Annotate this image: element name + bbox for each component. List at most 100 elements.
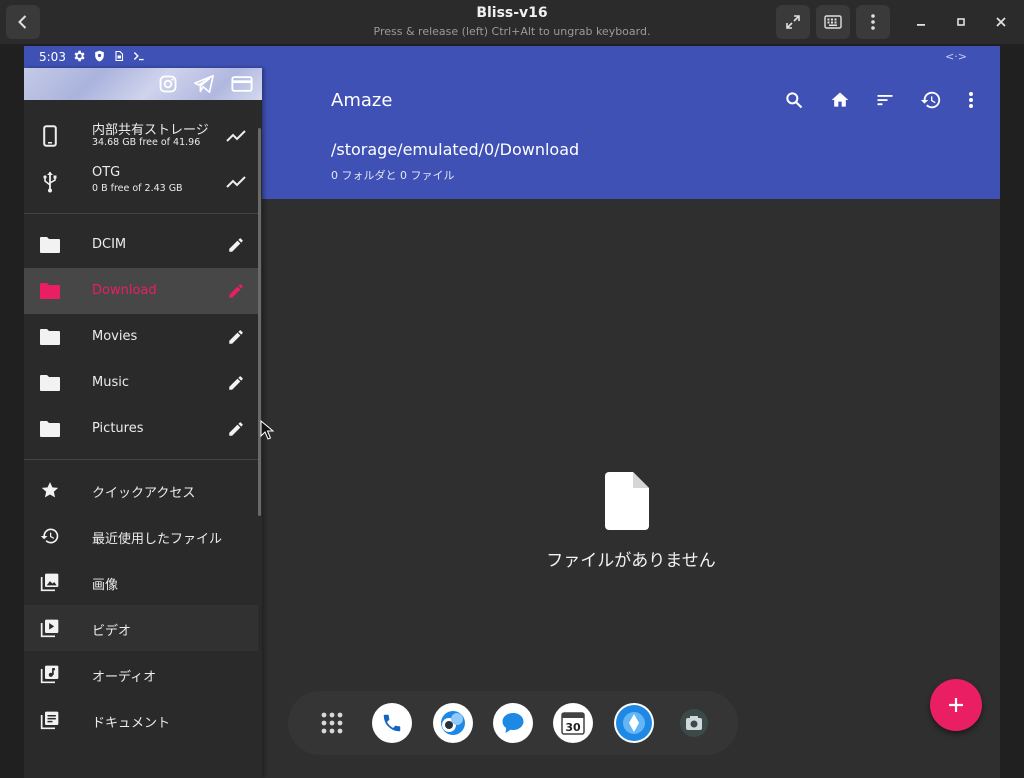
category-label: オーディオ	[92, 670, 157, 685]
pencil-icon	[229, 422, 243, 436]
storage-free-space: 34.68 GB free of 41.96	[92, 137, 201, 148]
home-icon	[831, 92, 849, 107]
drawer-item-movies[interactable]: Movies	[24, 314, 258, 360]
trending-icon	[226, 176, 246, 188]
folder-label: Pictures	[92, 421, 144, 436]
drawer-item-quick-access[interactable]: クイックアクセス	[24, 467, 258, 513]
phone-icon	[38, 124, 62, 148]
status-arrows-icon: <·>	[945, 50, 967, 63]
browser-app-button[interactable]	[432, 703, 473, 743]
category-label: 最近使用したファイル	[92, 532, 223, 547]
video-library-icon	[38, 616, 62, 640]
file-icon	[605, 472, 649, 530]
folder-icon	[38, 371, 62, 395]
telegram-icon	[194, 75, 214, 93]
sort-button[interactable]	[873, 88, 897, 112]
drawer-divider	[24, 213, 258, 214]
drawer-item-pictures[interactable]: Pictures	[24, 406, 258, 452]
edit-folder-button[interactable]	[224, 279, 248, 303]
status-bar: 5:03 <·>	[24, 46, 1000, 68]
storage-label: 内部共有ストレージ	[92, 123, 209, 138]
category-label: ドキュメント	[92, 716, 171, 731]
phone-app-icon	[384, 714, 401, 732]
maximize-button[interactable]	[944, 5, 978, 39]
overflow-menu-button[interactable]	[959, 88, 983, 112]
instagram-button[interactable]	[156, 72, 180, 96]
drawer-item-dcim[interactable]: DCIM	[24, 222, 258, 268]
folder-icon	[38, 417, 62, 441]
messages-app-icon	[502, 713, 524, 733]
edit-folder-button[interactable]	[224, 417, 248, 441]
window-titlebar: Bliss-v16 Press & release (left) Ctrl+Al…	[0, 0, 1024, 44]
close-button[interactable]	[984, 5, 1018, 39]
image-icon	[38, 570, 62, 594]
mouse-pointer-icon	[260, 420, 274, 440]
window-menu-button[interactable]	[856, 5, 890, 39]
trending-icon	[226, 130, 246, 142]
category-label: ビデオ	[92, 624, 132, 639]
fullscreen-icon	[786, 15, 800, 29]
history-icon	[38, 524, 62, 548]
shield-icon	[95, 50, 104, 62]
storage-free-space: 0 B free of 2.43 GB	[92, 183, 183, 194]
calendar-app-button[interactable]: 30	[553, 703, 594, 743]
terminal-icon	[133, 52, 144, 61]
phone-app-button[interactable]	[372, 703, 413, 743]
drawer-item-video[interactable]: ビデオ	[24, 605, 258, 651]
status-time: 5:03	[39, 50, 66, 64]
drawer-scrollbar[interactable]	[258, 128, 261, 516]
maps-app-button[interactable]	[613, 703, 654, 743]
storage-analyze-button[interactable]	[224, 124, 248, 148]
app-title: Amaze	[331, 90, 393, 111]
browser-app-icon	[440, 711, 465, 735]
home-button[interactable]	[828, 88, 852, 112]
plus-icon	[949, 698, 963, 712]
history-button[interactable]	[919, 88, 943, 112]
credit-card-icon	[231, 76, 253, 92]
storage-analyze-button[interactable]	[224, 170, 248, 194]
camera-app-button[interactable]	[674, 703, 714, 743]
card-button[interactable]	[230, 72, 254, 96]
category-label: クイックアクセス	[92, 486, 196, 501]
minimize-button[interactable]	[904, 5, 938, 39]
launcher-dock: 30	[288, 691, 738, 755]
add-fab-button[interactable]	[930, 679, 982, 731]
telegram-button[interactable]	[192, 72, 216, 96]
keyboard-icon	[824, 15, 842, 29]
edit-folder-button[interactable]	[224, 371, 248, 395]
star-icon	[38, 478, 62, 502]
minimize-icon	[917, 24, 925, 26]
drawer-item-documents[interactable]: ドキュメント	[24, 697, 258, 743]
history-icon	[920, 91, 941, 109]
drawer-item-audio[interactable]: オーディオ	[24, 651, 258, 697]
more-vert-icon	[969, 92, 973, 108]
folder-icon	[38, 325, 62, 349]
edit-folder-button[interactable]	[224, 233, 248, 257]
android-screen: 5:03 <·> Amaze /storage/emulated/0/Downl…	[24, 46, 1000, 778]
sort-icon	[877, 95, 893, 106]
folder-icon	[38, 279, 62, 303]
keyboard-button[interactable]	[816, 5, 850, 39]
drawer-item-otg[interactable]: OTG 0 B free of 2.43 GB	[24, 160, 258, 204]
search-icon	[786, 92, 803, 109]
folder-label: Movies	[92, 329, 138, 344]
calendar-day-number: 30	[566, 721, 582, 734]
pencil-icon	[229, 330, 243, 344]
drawer-item-download[interactable]: Download	[24, 268, 258, 314]
search-button[interactable]	[782, 88, 806, 112]
messages-app-button[interactable]	[492, 703, 533, 743]
apps-grid-button[interactable]	[312, 703, 352, 743]
drawer-item-music[interactable]: Music	[24, 360, 258, 406]
drawer-item-images[interactable]: 画像	[24, 559, 258, 605]
drawer-item-recent-files[interactable]: 最近使用したファイル	[24, 513, 258, 559]
storage-label: OTG	[92, 165, 121, 180]
folder-icon	[38, 233, 62, 257]
close-icon	[996, 17, 1006, 27]
drawer-item-internal-storage[interactable]: 内部共有ストレージ 34.68 GB free of 41.96	[24, 114, 258, 158]
folder-summary: 0 フォルダと 0 ファイル	[331, 169, 455, 182]
maps-app-icon	[615, 705, 652, 741]
fullscreen-button[interactable]	[776, 5, 810, 39]
pencil-icon	[229, 284, 243, 298]
current-path[interactable]: /storage/emulated/0/Download	[331, 140, 579, 159]
edit-folder-button[interactable]	[224, 325, 248, 349]
